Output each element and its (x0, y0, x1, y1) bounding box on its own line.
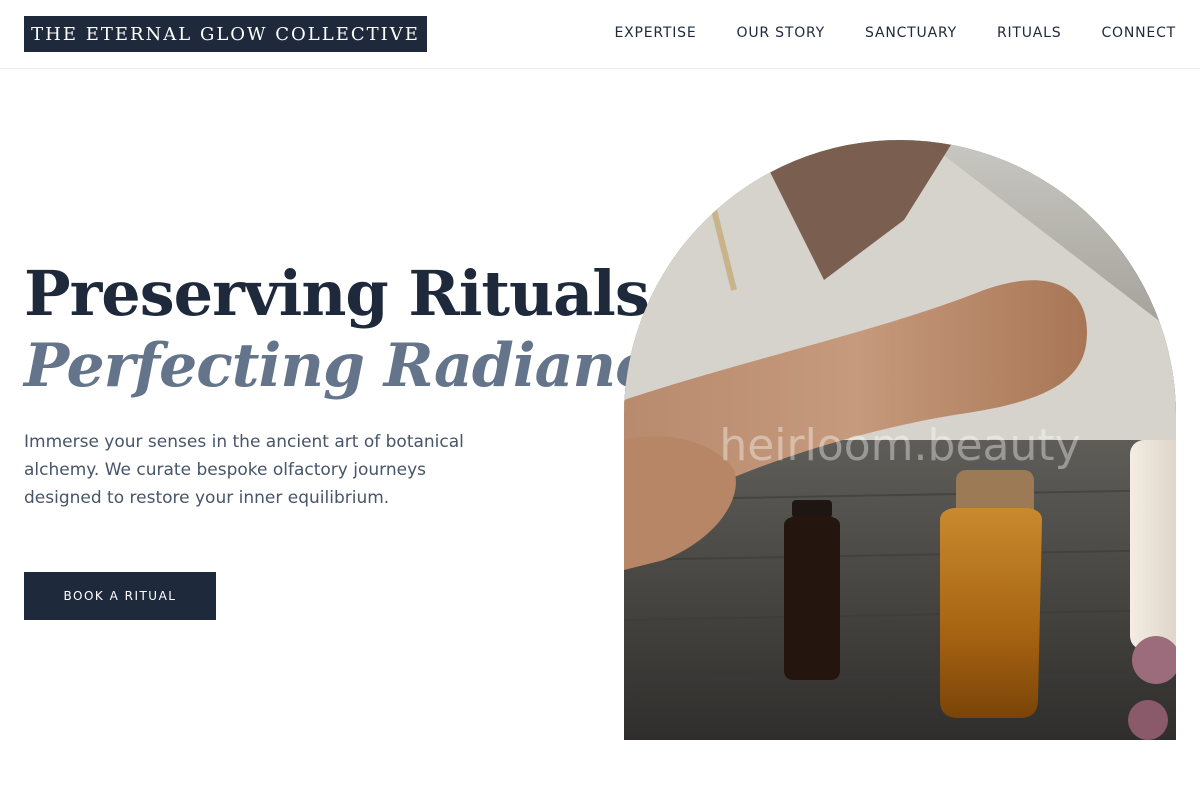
nav-item-connect[interactable]: CONNECT (1101, 25, 1176, 41)
hero-image: heirloom.beauty (624, 140, 1176, 740)
nav-item-our-story[interactable]: OUR STORY (737, 25, 826, 41)
main-nav: EXPERTISE OUR STORY SANCTUARY RITUALS CO… (614, 22, 1176, 44)
hero-heading-line2: Perfecting Radiance. (24, 331, 709, 401)
hero-heading: Preserving Rituals, Perfecting Radiance. (24, 257, 709, 402)
hero-heading-line1: Preserving Rituals, (24, 257, 670, 330)
hero-description: Immerse your senses in the ancient art o… (24, 432, 464, 508)
nav-item-rituals[interactable]: RITUALS (997, 25, 1062, 41)
site-header: THE ETERNAL GLOW COLLECTIVE EXPERTISE OU… (0, 0, 1200, 69)
brand-logo[interactable]: THE ETERNAL GLOW COLLECTIVE (24, 16, 427, 52)
nav-item-expertise[interactable]: EXPERTISE (614, 25, 696, 41)
image-watermark: heirloom.beauty (719, 420, 1081, 471)
book-ritual-button[interactable]: BOOK A RITUAL (24, 572, 216, 620)
nav-item-sanctuary[interactable]: SANCTUARY (865, 25, 957, 41)
